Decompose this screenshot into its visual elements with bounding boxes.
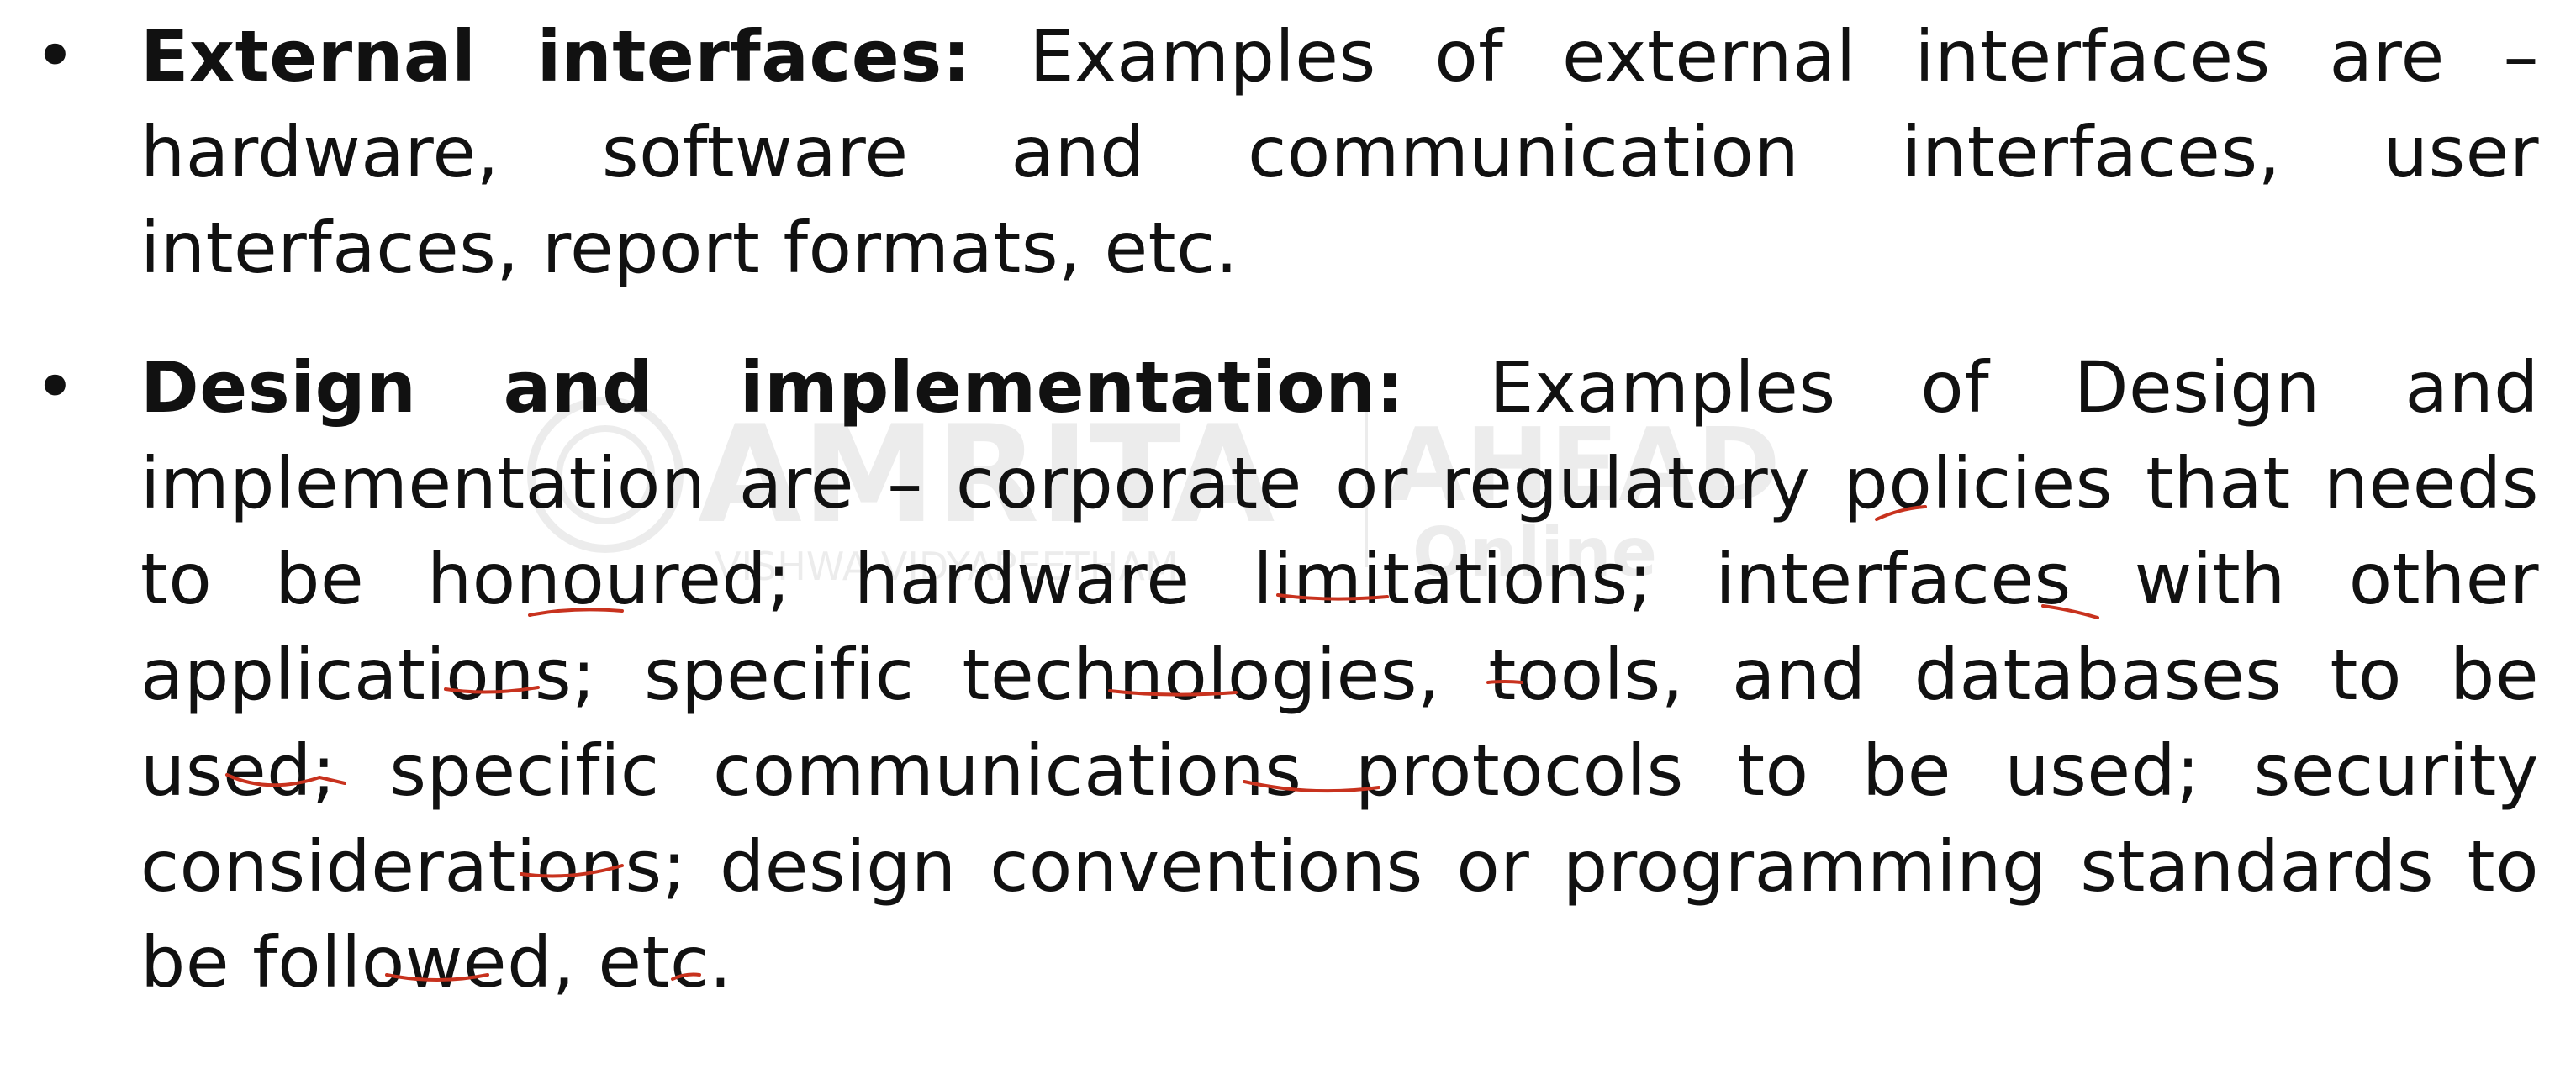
bullet-external-interfaces: • External interfaces: Examples of exter… [34,8,2539,296]
bullet-paragraph: Design and implementation: Examples of D… [140,340,2539,1010]
bullet-term: External interfaces: [140,15,971,97]
bullet-paragraph: External interfaces: Examples of externa… [140,8,2539,296]
bullet-icon: • [34,14,77,98]
bullet-icon: • [34,345,77,429]
bullet-design-implementation: • Design and implementation: Examples of… [34,340,2539,1010]
bullet-term: Design and implementation: [140,346,1405,429]
bullet-text: Examples of Design and implementation ar… [140,346,2540,1003]
slide-content: • External interfaces: Examples of exter… [34,8,2539,1054]
